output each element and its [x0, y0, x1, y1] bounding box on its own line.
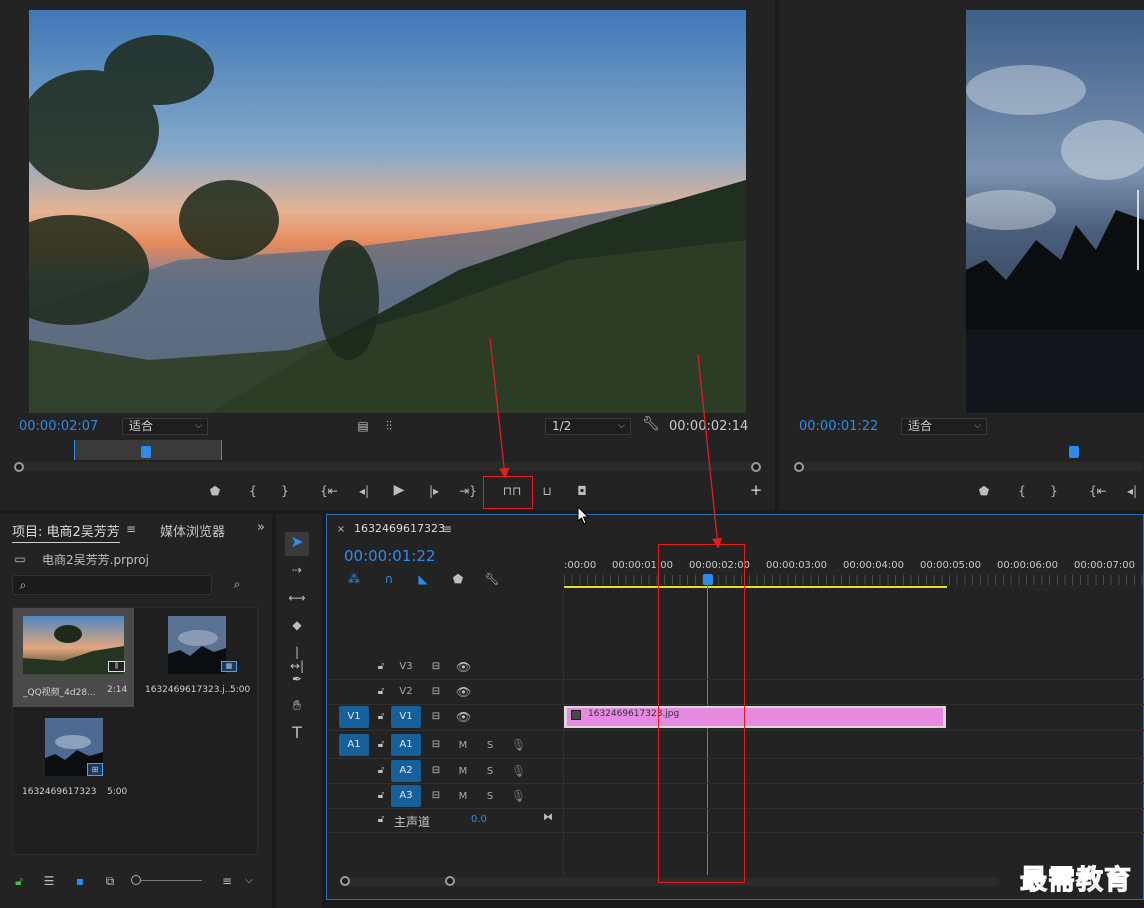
mouse-cursor-icon: [577, 506, 590, 525]
annotation-arrows: [489, 337, 723, 549]
watermark: 最需教育: [1020, 865, 1132, 897]
premiere-window: 00:00:02:07 适合 ⌵ ▤ ⫶⫶ 1/2 ⌵ 🔧︎ 00:00:02:14…: [0, 0, 1144, 908]
